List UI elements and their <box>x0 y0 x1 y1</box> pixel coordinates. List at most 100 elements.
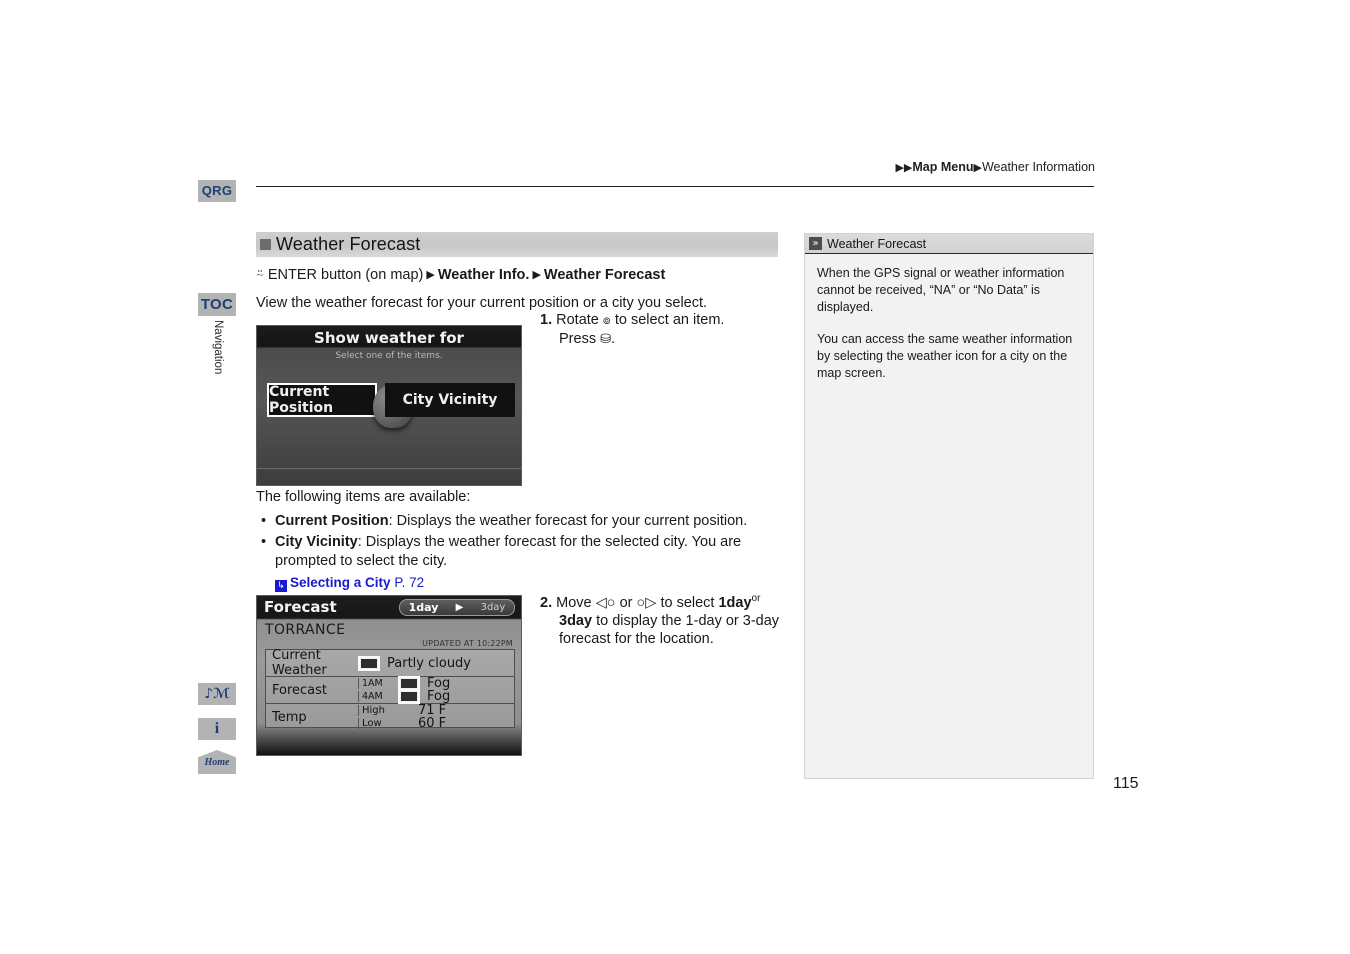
note-marker-icon: » <box>809 237 822 250</box>
screen-subtitle: Select one of the items. <box>335 351 443 361</box>
row-label-current-weather: Current Weather <box>272 648 327 678</box>
step-2-number: 2. <box>540 594 553 611</box>
page-title: Weather Forecast <box>256 232 778 257</box>
row-value-current-weather: Partly cloudy <box>387 655 471 671</box>
forecast-updated-time: UPDATED AT 10:22PM <box>422 639 513 648</box>
sidebar-tab-qrg-label: QRG <box>201 183 233 198</box>
list-item-term: City Vicinity <box>275 533 358 550</box>
forecast-value-2: Fog <box>427 689 451 704</box>
forecast-day-selector[interactable]: 1day ▶ 3day <box>399 599 515 616</box>
menu-path-step-1: Weather Info. <box>437 267 530 283</box>
step-1-text-b: to select an item. <box>610 312 725 328</box>
step-2-text-a: Move <box>556 594 596 611</box>
row-label-temp: Temp <box>272 709 307 725</box>
page-title-text: Weather Forecast <box>276 234 421 254</box>
weather-fog-icon <box>398 689 420 704</box>
breadcrumb: ▶▶Map Menu▶Weather Information <box>895 160 1095 174</box>
menu-path-step-2: Weather Forecast <box>543 267 666 283</box>
screenshot-forecast: Forecast 1day ▶ 3day TORRANCE UPDATED AT… <box>256 595 522 756</box>
menu-path: ⍨ ENTER button (on map) ▶ Weather Info. ▶ We… <box>256 266 778 284</box>
header-divider <box>256 186 1094 187</box>
move-right-icon: ○▷ <box>636 594 657 611</box>
sidebar-tab-home[interactable]: Home <box>198 750 236 774</box>
note-panel-header: » Weather Forecast <box>805 234 1093 254</box>
forecast-day-3day[interactable]: 3day <box>481 602 506 613</box>
press-dial-icon: ⛁ <box>600 332 611 347</box>
cross-reference-page: P. 72 <box>394 574 425 590</box>
list-item: City Vicinity: Displays the weather fore… <box>256 533 766 593</box>
forecast-time-2: 4AM <box>358 691 398 702</box>
square-bullet-icon <box>260 239 271 250</box>
temp-low-label: Low <box>358 718 398 729</box>
forecast-time-column: 1AM 4AM <box>358 677 398 703</box>
step-2: 2. Move ◁○ or ○▷ to select 1dayor 3day t… <box>540 590 780 648</box>
available-items-list: Current Position: Displays the weather f… <box>256 512 766 593</box>
list-item-term: Current Position <box>275 513 389 529</box>
step-2-bold-3day: 3day <box>559 612 593 629</box>
main-content: Weather Forecast ⍨ ENTER button (on map)… <box>256 232 778 486</box>
menu-path-arrow-2: ▶ <box>532 269 541 281</box>
screen-option-current-position[interactable]: Current Position <box>267 383 377 417</box>
note-paragraph-2: You can access the same weather informat… <box>817 332 1073 380</box>
step-2-bold-1day: 1day <box>718 594 752 611</box>
forecast-screen-title: Forecast <box>264 598 337 616</box>
temp-label-column: High Low <box>358 704 398 730</box>
table-row: Current Weather Partly cloudy <box>266 648 514 678</box>
sidebar-tab-toc-label: TOC <box>200 296 234 313</box>
forecast-value-column: Fog Fog <box>398 676 451 704</box>
forecast-title-bar: Forecast 1day ▶ 3day <box>257 596 521 619</box>
cross-reference-title: Selecting a City <box>290 574 391 590</box>
table-row: Temp High Low 71 F 60 F <box>266 703 514 731</box>
jump-arrow-icon: ↳ <box>275 579 287 592</box>
step-2-line-2: 3day to display the 1-day or 3-day <box>559 612 780 630</box>
temp-value-column: 71 F 60 F <box>398 703 446 731</box>
move-left-icon: ◁○ <box>595 594 616 611</box>
sidebar-section-label: Navigation <box>198 320 236 390</box>
forecast-time-1: 1AM <box>358 678 398 689</box>
symbols-icon: ♪ℳ <box>204 686 230 702</box>
page-number: 115 <box>1113 775 1139 792</box>
sidebar-tab-toc[interactable]: TOC <box>198 293 236 316</box>
screen-base-divider <box>257 468 521 469</box>
step-2-line-3: forecast for the location. <box>559 630 714 647</box>
list-item: Current Position: Displays the weather f… <box>256 512 766 532</box>
menu-path-arrow-1: ▶ <box>426 269 435 281</box>
table-row: Forecast 1AM 4AM Fog Fog <box>266 676 514 704</box>
breadcrumb-arrow-1: ▶ <box>895 162 904 174</box>
breadcrumb-item-weather-information: Weather Information <box>981 160 1095 174</box>
forecast-city-name: TORRANCE <box>265 622 346 638</box>
available-items-lead: The following items are available: <box>256 489 471 505</box>
sidebar-tab-qrg[interactable]: QRG <box>198 180 236 202</box>
step-1-line-2: Press ⛁. <box>559 330 780 349</box>
enter-button-icon: ⍨ <box>256 267 264 282</box>
screen-title: Show weather for <box>314 329 464 347</box>
rotate-dial-icon: ๏ <box>602 313 611 328</box>
menu-path-enter-text: ENTER button (on map) <box>267 267 424 283</box>
note-paragraph-1: When the GPS signal or weather informati… <box>817 266 1065 314</box>
row-label-forecast: Forecast <box>272 682 328 698</box>
step-1-period: . <box>611 331 616 347</box>
note-panel-body: When the GPS signal or weather informati… <box>805 254 1093 382</box>
step-2-text-b: or <box>615 594 637 611</box>
step-1-press-text: Press <box>559 331 601 347</box>
weather-partly-cloudy-icon <box>358 655 380 671</box>
sidebar-section-label-text: Navigation <box>212 320 224 375</box>
intro-paragraph: View the weather forecast for your curre… <box>256 295 708 311</box>
step-2-text-d: to display the 1-day or 3-day <box>592 612 780 629</box>
note-panel: » Weather Forecast When the GPS signal o… <box>804 233 1094 779</box>
breadcrumb-item-map-menu: Map Menu <box>912 160 974 174</box>
screen-option-city-vicinity[interactable]: City Vicinity <box>385 383 515 417</box>
chevron-right-icon: ▶ <box>455 602 464 613</box>
screen-option-city-vicinity-label: City Vicinity <box>402 392 498 408</box>
sidebar-tab-info[interactable]: i <box>198 718 236 740</box>
step-1-number: 1. <box>540 312 553 328</box>
forecast-table: Current Weather Partly cloudy Forecast 1… <box>265 648 515 731</box>
breadcrumb-separator: ▶ <box>973 162 982 174</box>
info-icon: i <box>214 720 220 737</box>
note-panel-title: Weather Forecast <box>827 236 927 251</box>
temp-high-label: High <box>358 705 398 716</box>
sidebar-tab-symbols[interactable]: ♪ℳ <box>198 683 236 705</box>
step-1: 1. Rotate ๏ to select an item. Press ⛁. <box>540 311 780 349</box>
step-2-text-c: to select <box>656 594 719 611</box>
forecast-day-1day[interactable]: 1day <box>409 601 439 614</box>
